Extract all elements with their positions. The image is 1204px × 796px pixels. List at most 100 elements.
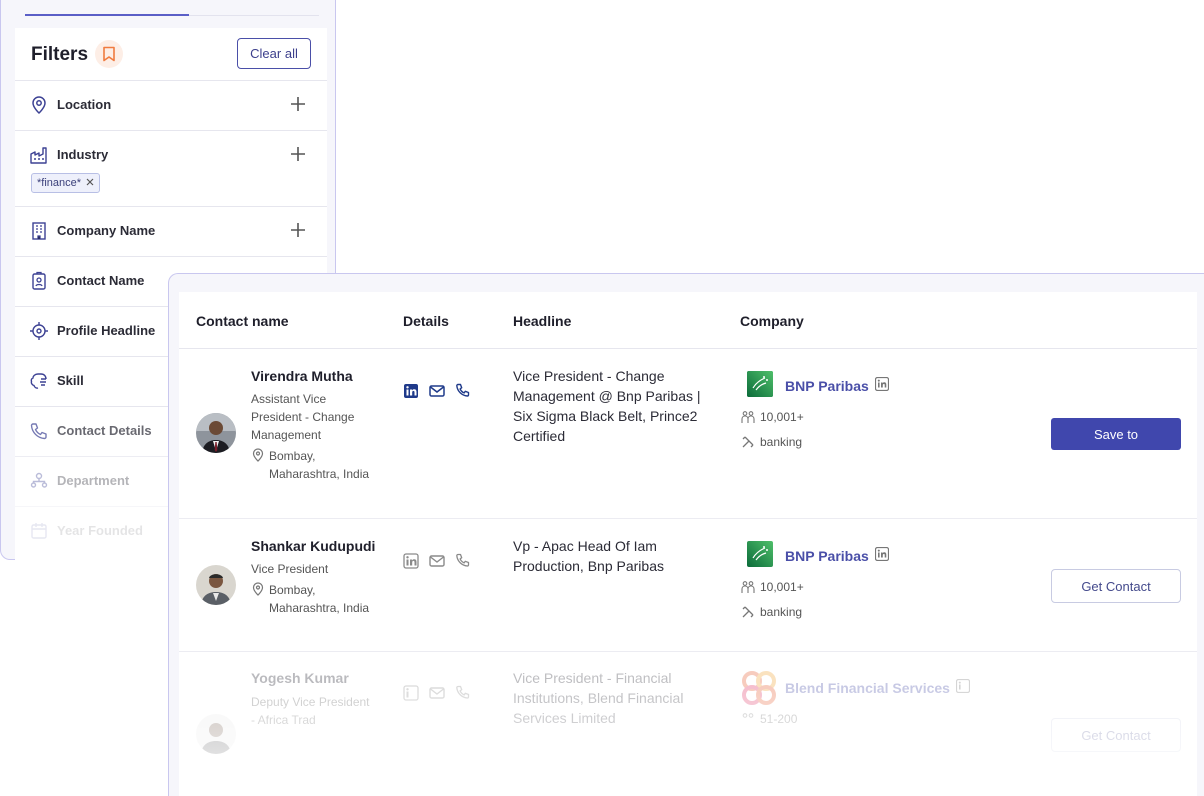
contact-details (403, 685, 471, 701)
company-size-text: 51-200 (760, 712, 798, 726)
avatar[interactable] (196, 413, 236, 453)
filter-label: Department (57, 473, 130, 488)
company-name[interactable]: BNP Paribas (785, 546, 889, 564)
filter-label: Skill (57, 373, 84, 388)
linkedin-icon[interactable] (403, 383, 419, 399)
building-icon (29, 221, 49, 241)
people-icon (741, 410, 755, 424)
avatar[interactable] (196, 714, 236, 754)
contact-headline: Vice President - Change Management @ Bnp… (513, 368, 701, 444)
phone-icon[interactable] (455, 553, 471, 569)
get-contact-button[interactable]: Get Contact (1051, 569, 1181, 603)
company-size: 10,001+ (741, 410, 804, 424)
column-header-headline: Headline (513, 313, 572, 329)
linkedin-icon[interactable] (874, 376, 889, 394)
industry-chip: *finance* (31, 173, 101, 193)
contacts-table-card: Contact name Details Headline Company Vi… (168, 273, 1204, 796)
filter-label: Contact Details (57, 423, 152, 438)
contact-title: Vice President (251, 562, 329, 576)
filter-label: Profile Headline (57, 323, 156, 338)
tools-icon (741, 435, 755, 449)
tab-divider (189, 15, 319, 16)
location-pin-icon (251, 582, 265, 596)
column-header-company: Company (740, 313, 804, 329)
contact-name[interactable]: Virendra Mutha (251, 368, 353, 384)
industry-text: banking (760, 605, 803, 619)
filters-title: Filters (31, 44, 89, 65)
table-header: Contact name Details Headline Company (179, 292, 1197, 349)
email-icon[interactable] (429, 553, 445, 569)
contact-name[interactable]: Yogesh Kumar (251, 670, 349, 686)
contacts-table: Contact name Details Headline Company Vi… (179, 292, 1197, 796)
company-size-text: 10,001+ (760, 580, 804, 594)
plus-icon[interactable] (289, 95, 307, 113)
contact-headline: Vice President - Financial Institutions,… (513, 670, 684, 726)
bookmark-icon[interactable] (95, 40, 123, 68)
location-text: Bombay, Maharashtra, India (269, 583, 370, 615)
company-size-text: 10,001+ (760, 410, 804, 424)
phone-icon (29, 421, 49, 441)
plus-icon[interactable] (289, 221, 307, 239)
save-to-button[interactable]: Save to (1051, 418, 1181, 450)
industry-icon (29, 145, 49, 165)
filters-header: Filters Clear all (15, 28, 327, 81)
company-logo (747, 541, 773, 567)
linkedin-icon[interactable] (403, 685, 419, 701)
company-industry: banking (741, 435, 802, 449)
filter-label: Company Name (57, 223, 156, 238)
contact-name[interactable]: Shankar Kudupudi (251, 538, 375, 554)
people-icon (741, 580, 755, 594)
filter-label: Industry (57, 147, 109, 162)
avatar[interactable] (196, 565, 236, 605)
email-icon[interactable] (429, 383, 445, 399)
industry-text: banking (760, 435, 803, 449)
phone-icon[interactable] (455, 383, 471, 399)
company-logo (739, 668, 779, 708)
phone-icon[interactable] (455, 685, 471, 701)
target-icon (29, 321, 49, 341)
contact-title: Deputy Vice President - Africa Trad (251, 695, 370, 727)
filter-industry[interactable]: Industry *finance* (15, 131, 327, 207)
linkedin-icon[interactable] (874, 546, 889, 564)
id-badge-icon (29, 271, 49, 291)
table-row: Yogesh Kumar Deputy Vice President - Afr… (179, 652, 1197, 796)
contact-location: Bombay, Maharashtra, India (251, 581, 371, 617)
email-icon[interactable] (429, 685, 445, 701)
company-size: 10,001+ (741, 580, 804, 594)
active-tab-indicator (25, 14, 189, 16)
linkedin-icon[interactable] (403, 553, 419, 569)
plus-icon[interactable] (289, 145, 307, 163)
filter-label: Location (57, 97, 112, 112)
column-header-details: Details (403, 313, 449, 329)
company-name-label[interactable]: BNP Paribas (785, 548, 869, 564)
filter-company-name[interactable]: Company Name (15, 207, 327, 257)
company-industry: banking (741, 605, 802, 619)
contact-details (403, 553, 471, 569)
filter-location[interactable]: Location (15, 81, 327, 131)
company-name-label[interactable]: Blend Financial Services (785, 680, 950, 696)
location-text: Bombay, Maharashtra, India (269, 449, 370, 481)
clear-all-button[interactable]: Clear all (237, 38, 311, 69)
contact-headline: Vp - Apac Head Of Iam Production, Bnp Pa… (513, 538, 664, 574)
calendar-icon (29, 521, 49, 541)
linkedin-icon[interactable] (955, 678, 971, 696)
column-header-contact: Contact name (196, 313, 289, 329)
chip-label: *finance* (37, 177, 82, 189)
location-pin-icon (251, 448, 265, 462)
company-name[interactable]: Blend Financial Services (785, 678, 971, 696)
company-name-label[interactable]: BNP Paribas (785, 378, 869, 394)
company-name[interactable]: BNP Paribas (785, 376, 889, 394)
tools-icon (741, 605, 755, 619)
people-icon (741, 712, 755, 726)
brain-icon (29, 371, 49, 391)
filter-label: Year Founded (57, 523, 143, 538)
location-pin-icon (29, 95, 49, 115)
close-icon[interactable] (86, 177, 94, 189)
table-row: Virendra Mutha Assistant Vice President … (179, 349, 1197, 519)
contact-location: Bombay, Maharashtra, India (251, 447, 371, 483)
contact-title: Assistant Vice President - Change Manage… (251, 392, 355, 442)
get-contact-button[interactable]: Get Contact (1051, 718, 1181, 752)
contact-details (403, 383, 471, 399)
table-row: Shankar Kudupudi Vice President Bombay, … (179, 519, 1197, 652)
company-logo (747, 371, 773, 397)
